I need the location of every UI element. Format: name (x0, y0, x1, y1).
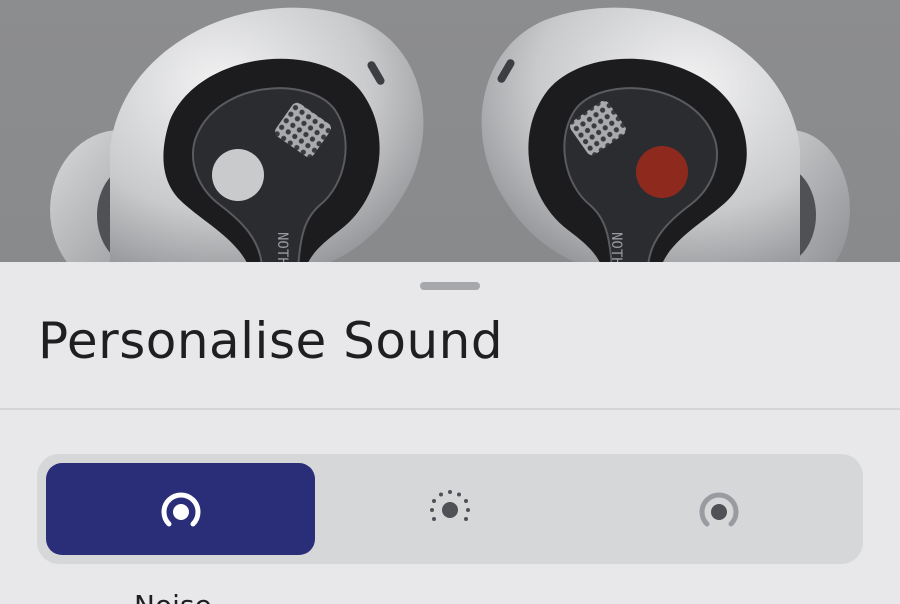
transparency-icon (429, 490, 470, 521)
earbuds-product-image: NOTH NOTH (0, 0, 900, 270)
noise-cancellation-icon (161, 492, 201, 527)
segment-noise-cancellation[interactable] (46, 463, 316, 555)
noise-control-segmented (37, 454, 863, 564)
sheet-title: Personalise Sound (38, 312, 504, 370)
divider (0, 408, 900, 410)
off-icon (699, 492, 739, 527)
app-screen: NOTH NOTH Personalise Sound (0, 0, 900, 604)
segment-transparency[interactable] (315, 463, 584, 555)
left-earbud: NOTH (50, 7, 424, 270)
segment-off[interactable] (585, 463, 854, 555)
right-earbud: NOTH (481, 7, 850, 270)
sheet-drag-handle[interactable] (420, 282, 480, 290)
selected-mode-label: Noise (134, 589, 212, 604)
personalise-sound-sheet: Personalise Sound (0, 262, 900, 604)
svg-text:NOTH: NOTH (608, 232, 624, 266)
svg-text:NOTH: NOTH (274, 232, 290, 266)
